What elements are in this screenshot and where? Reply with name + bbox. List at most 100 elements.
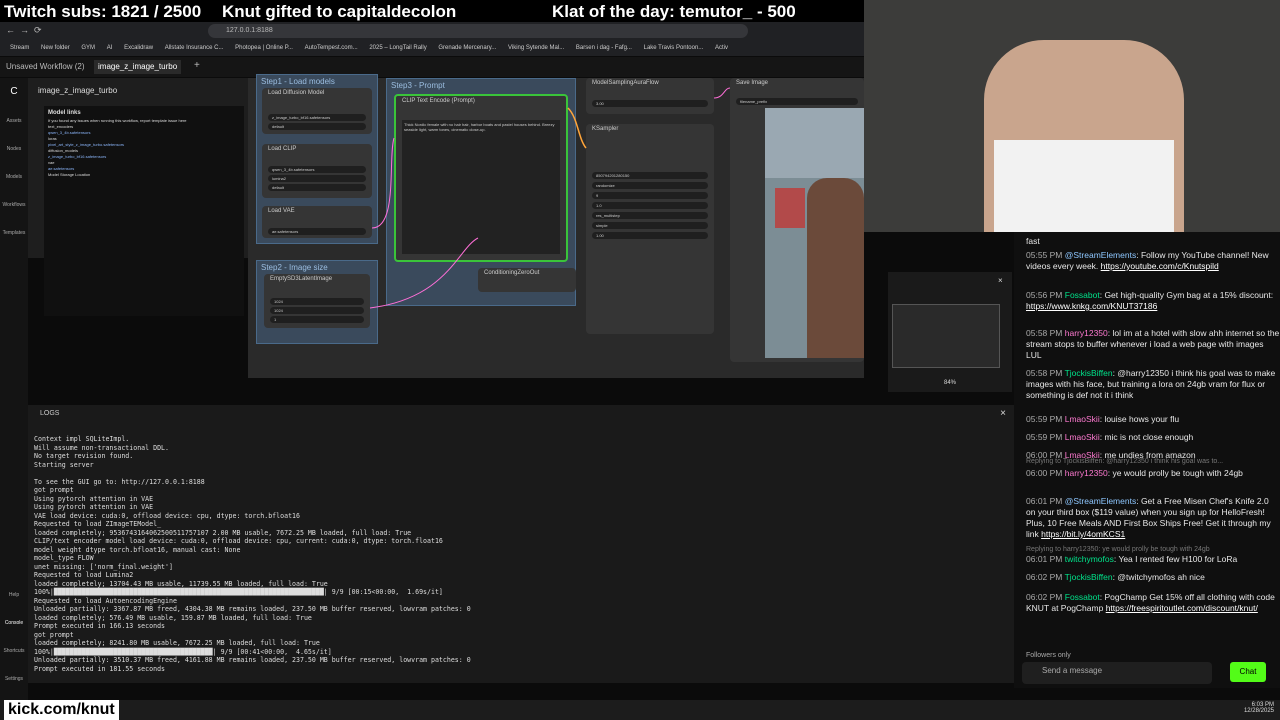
chat-time: 05:58 PM <box>1026 328 1065 338</box>
bookmark[interactable]: Viking Sytende Mal... <box>508 40 564 56</box>
clock-date: 12/28/2025 <box>1243 708 1274 714</box>
minimap-panel: × 84% <box>888 272 1012 392</box>
chat-text: : mic is not close enough <box>1099 432 1194 442</box>
sidebar-item-nodes[interactable]: Nodes <box>0 146 28 152</box>
sidebar-item-models[interactable]: Models <box>0 174 28 180</box>
close-logs-icon[interactable]: × <box>1000 408 1006 419</box>
tank-top <box>994 140 1174 232</box>
sidebar-item-settings[interactable]: Settings <box>0 676 28 682</box>
chat-username[interactable]: @StreamElements <box>1065 250 1136 260</box>
chat-username[interactable]: LmaoSkii <box>1065 414 1100 424</box>
sky <box>765 108 864 178</box>
panel-title: image_z_image_turbo <box>38 86 118 95</box>
bookmark[interactable]: Allstate Insurance C... <box>165 40 224 56</box>
reload-icon[interactable]: ⟳ <box>34 25 42 36</box>
chat-time: 05:59 PM <box>1026 414 1065 424</box>
chat-time: 06:01 PM <box>1026 496 1065 506</box>
bookmark[interactable]: AutoTempest.com... <box>305 40 358 56</box>
chat-text: : Get high-quality Gym bag at a 15% disc… <box>1099 290 1274 300</box>
kick-watermark: kick.com/knut <box>4 700 119 720</box>
chat-username[interactable]: harry12350 <box>1065 328 1108 338</box>
chat-text: : @twitchymofos ah nice <box>1112 572 1205 582</box>
close-icon[interactable]: × <box>998 276 1003 285</box>
new-tab-icon[interactable]: + <box>194 60 200 71</box>
bookmark[interactable]: Excalidraw <box>124 40 153 56</box>
notes-text: Model links If you found any issues when… <box>44 106 244 316</box>
sidebar-item-templates[interactable]: Templates <box>0 230 28 236</box>
comfy-sidebar: C Assets Nodes Models Workflows Template… <box>0 78 28 710</box>
sidebar-item-workflows[interactable]: Workflows <box>0 202 28 208</box>
chat-send-button[interactable]: Chat <box>1230 662 1266 682</box>
sidebar-item-assets[interactable]: Assets <box>0 118 28 124</box>
address-bar[interactable]: 127.0.0.1:8188 <box>208 24 748 38</box>
chat-message: 05:58 PM harry12350: lol im at a hotel w… <box>1026 328 1280 361</box>
chat-link[interactable]: https://youtube.com/c/Knutspild <box>1101 261 1219 271</box>
reply-context: Replying to harry12350: ye would prolly … <box>1026 546 1210 553</box>
forward-icon[interactable]: → <box>20 25 29 35</box>
chat-time: 06:01 PM <box>1026 554 1065 564</box>
bookmark[interactable]: Barsen i dag - Fafg... <box>576 40 632 56</box>
notes-heading: Model links <box>48 110 81 116</box>
logs-panel: LOGS × Context impl SQLiteImpl. Will ass… <box>28 405 1014 683</box>
chat-username[interactable]: Fossabot <box>1065 592 1100 602</box>
chat-message: 05:56 PM Fossabot: Get high-quality Gym … <box>1026 290 1280 312</box>
chat-text: : Yea I rented few H100 for LoRa <box>1113 554 1238 564</box>
chat-input[interactable]: Send a message <box>1022 662 1212 684</box>
subs-counter: Twitch subs: 1821 / 2500 <box>4 2 202 21</box>
bookmark[interactable]: Stream <box>10 40 29 56</box>
chat-time: 06:00 PM <box>1026 468 1065 478</box>
chat-link[interactable]: https://bit.ly/4omKCS1 <box>1041 529 1125 539</box>
bookmark[interactable]: Lake Travis Pontoon... <box>644 40 704 56</box>
tab-image-z-image-turbo[interactable]: image_z_image_turbo <box>94 60 182 74</box>
chat-username[interactable]: twitchymofos <box>1065 554 1114 564</box>
chat-time: 05:56 PM <box>1026 290 1065 300</box>
chat-line: fast <box>1026 236 1040 246</box>
chat-message: 05:58 PM TjockisBiffen: @harry12350 i th… <box>1026 368 1280 401</box>
chat-username[interactable]: LmaoSkii <box>1065 432 1100 442</box>
chat-link[interactable]: https://www.knkg.com/KNUT37186 <box>1026 301 1157 311</box>
bookmark[interactable]: 2025 – LongTail Rally <box>369 40 426 56</box>
webcam-feed <box>864 0 1280 232</box>
logs-output: Context impl SQLiteImpl. Will assume non… <box>34 435 471 673</box>
chat-time: 06:02 PM <box>1026 572 1065 582</box>
chat-panel: fast 05:55 PM @StreamElements: Follow my… <box>1014 232 1280 688</box>
bookmark[interactable]: GYM <box>81 40 95 56</box>
sidebar-item-shortcuts[interactable]: Shortcuts <box>0 648 28 654</box>
chat-username[interactable]: harry12350 <box>1065 468 1108 478</box>
klat-of-day: Klat of the day: temutor_ - 500 <box>552 2 796 21</box>
clock: 6:03 PM 12/28/2025 <box>1244 702 1274 714</box>
chat-message: 06:02 PM Fossabot: PogChamp Get 15% off … <box>1026 592 1280 614</box>
bookmark[interactable]: Grenade Mercenary... <box>438 40 496 56</box>
bookmark[interactable]: Activ <box>715 40 728 56</box>
chat-input-row: Send a message Chat <box>1022 660 1274 684</box>
comfy-logo-icon: C <box>10 86 18 97</box>
chat-link[interactable]: https://freespiritoutlet.com/discount/kn… <box>1106 603 1258 613</box>
browser-toolbar: ← → ⟳ 127.0.0.1:8188 <box>0 22 864 40</box>
chat-username[interactable]: Fossabot <box>1065 290 1100 300</box>
bookmark[interactable]: Photopea | Online P... <box>235 40 293 56</box>
chat-text: : louise hows your flu <box>1099 414 1180 424</box>
chat-message: 06:01 PM twitchymofos: Yea I rented few … <box>1026 554 1280 565</box>
woman-figure <box>807 178 864 358</box>
chat-message: 05:59 PM LmaoSkii: louise hows your flu <box>1026 414 1280 425</box>
chat-time: 06:02 PM <box>1026 592 1065 602</box>
chat-text: : ye would prolly be tough with 24gb <box>1107 468 1243 478</box>
stream-overlay-banner: Twitch subs: 1821 / 2500 Knut gifted to … <box>0 0 864 24</box>
tab-unsaved-workflow[interactable]: Unsaved Workflow (2) <box>2 60 89 74</box>
chat-message: 05:55 PM @StreamElements: Follow my YouT… <box>1026 250 1280 272</box>
notes-line: Model Storage Location <box>48 172 91 177</box>
sidebar-item-help[interactable]: Help <box>0 592 28 598</box>
chat-time: 05:58 PM <box>1026 368 1065 378</box>
bookmark[interactable]: AI <box>107 40 113 56</box>
gift-text: Knut gifted to capitaldecolon <box>222 2 457 21</box>
chat-message: 06:00 PM harry12350: ye would prolly be … <box>1026 468 1280 479</box>
minimap[interactable] <box>892 304 1000 368</box>
chat-username[interactable]: @StreamElements <box>1065 496 1136 506</box>
bookmark[interactable]: New folder <box>41 40 70 56</box>
chat-username[interactable]: TjockisBiffen <box>1065 368 1113 378</box>
taskbar: kick.com/knut 6:03 PM 12/28/2025 <box>0 700 1280 720</box>
back-icon[interactable]: ← <box>6 25 15 35</box>
chat-username[interactable]: TjockisBiffen <box>1065 572 1113 582</box>
sidebar-item-console[interactable]: Console <box>0 620 28 626</box>
chat-message: 06:01 PM @StreamElements: Get a Free Mis… <box>1026 496 1280 540</box>
